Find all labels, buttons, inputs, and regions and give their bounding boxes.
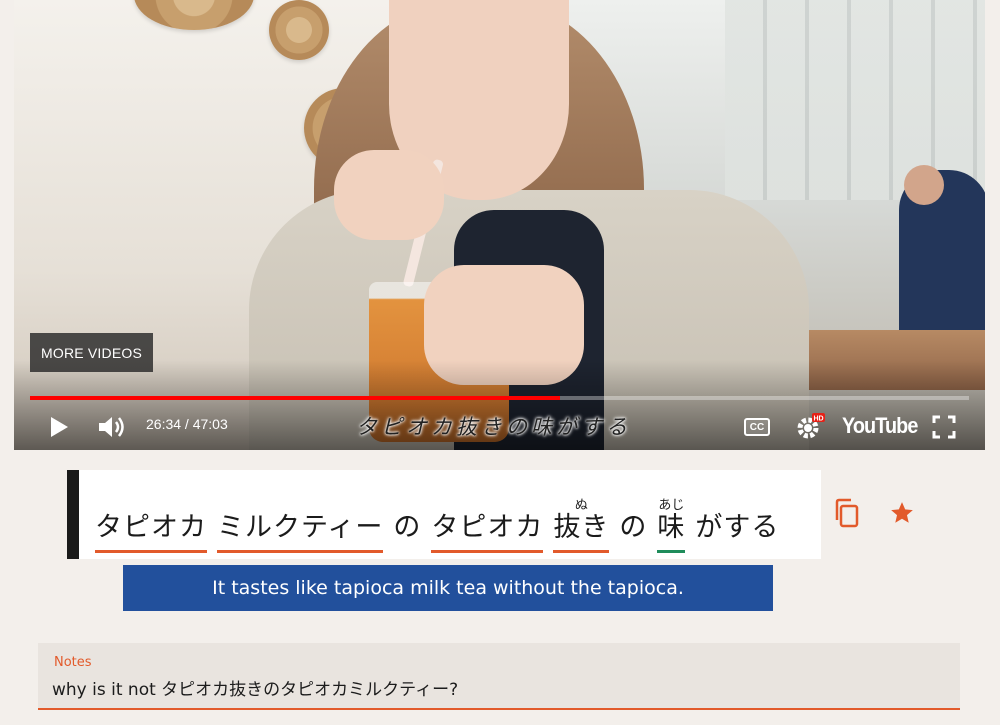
captions-button[interactable]: CC — [742, 416, 772, 438]
sentence-token[interactable]: ぬ抜き — [553, 498, 610, 559]
favorite-button[interactable] — [887, 498, 917, 528]
token-underline — [431, 550, 544, 553]
play-button[interactable] — [44, 412, 74, 442]
video-frame — [14, 0, 985, 450]
notes-label: Notes — [54, 655, 92, 670]
copy-button[interactable] — [832, 498, 862, 528]
token-text: の — [393, 512, 422, 543]
token-underline — [657, 550, 686, 553]
token-text: ミルクティー — [217, 512, 384, 543]
sentence-tokens: タピオカ ミルクティーのタピオカぬ抜きのあじ味がする — [95, 470, 789, 559]
token-text: タピオカ — [95, 512, 207, 543]
copy-icon — [835, 498, 859, 528]
notes-input[interactable] — [52, 673, 942, 701]
sentence-token[interactable]: あじ味 — [657, 498, 686, 559]
furigana: ぬ — [574, 498, 588, 513]
video-player[interactable]: MORE VIDEOS 26:34 / 47:03 タピオカ抜きの味がする CC — [14, 0, 985, 450]
token-text: タピオカ — [431, 512, 544, 543]
sentence-token[interactable]: タピオカ — [431, 512, 544, 559]
sentence-token[interactable]: ミルクティー — [217, 512, 384, 559]
hd-badge: HD — [813, 416, 823, 423]
translation-text: It tastes like tapioca milk tea without … — [212, 577, 684, 599]
token-text: の — [619, 512, 648, 543]
furigana: あじ — [658, 498, 685, 513]
time-display: 26:34 / 47:03 — [146, 416, 228, 432]
player-controls: 26:34 / 47:03 タピオカ抜きの味がする CC HD YouTube — [14, 404, 985, 448]
token-underline — [553, 550, 610, 553]
token-text: 抜き — [553, 512, 610, 543]
video-burned-subtitle: タピオカ抜きの味がする — [356, 415, 631, 439]
sentence-token: の — [393, 514, 421, 559]
settings-button[interactable]: HD — [792, 410, 828, 442]
fullscreen-button[interactable] — [930, 413, 958, 441]
progress-played — [30, 396, 561, 400]
token-underline — [95, 550, 207, 553]
token-text: 味 — [657, 512, 686, 543]
sentence-token: の — [619, 514, 647, 559]
token-underline — [217, 550, 384, 553]
progress-bar[interactable] — [30, 396, 969, 400]
captions-icon: CC — [744, 418, 770, 436]
volume-icon — [99, 417, 124, 437]
token-text: がする — [695, 512, 780, 543]
notes-field[interactable]: Notes — [38, 643, 960, 710]
play-icon — [51, 417, 68, 437]
youtube-logo[interactable]: YouTube — [842, 413, 918, 439]
more-videos-button[interactable]: MORE VIDEOS — [30, 333, 153, 372]
settings-icon: HD — [797, 413, 825, 439]
sentence-token[interactable]: タピオカ — [95, 514, 207, 559]
translation-banner: It tastes like tapioca milk tea without … — [123, 565, 773, 611]
volume-button[interactable] — [96, 412, 128, 442]
sentence-token: がする — [695, 514, 779, 559]
sentence-card: タピオカ ミルクティーのタピオカぬ抜きのあじ味がする — [67, 470, 821, 559]
fullscreen-icon — [932, 415, 956, 439]
star-icon — [891, 502, 913, 523]
